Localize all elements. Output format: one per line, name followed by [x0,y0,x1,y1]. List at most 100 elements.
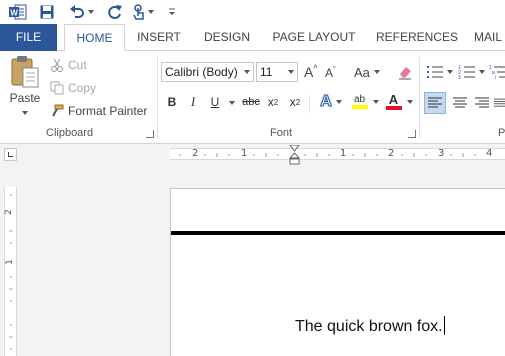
align-left-icon [428,97,442,108]
svg-text:i: i [495,75,496,79]
strikethrough-button[interactable]: abc [240,92,262,112]
superscript-button[interactable]: x2 [287,92,303,112]
chevron-down-icon [406,100,413,104]
font-size-value: 11 [260,65,273,79]
document-text-line[interactable]: The quick brown fox. [295,316,445,336]
bullets-button[interactable] [426,63,453,81]
chevron-down-icon [87,10,94,14]
justify-button[interactable] [494,92,505,114]
cut-button[interactable]: Cut [50,56,87,74]
tab-insert[interactable]: INSERT [130,24,188,51]
quick-access-toolbar: W [0,0,505,24]
text-effects-button[interactable]: A [316,92,346,112]
horizontal-ruler[interactable]: 2 1 1 2 3 4 [170,145,505,165]
grow-font-button[interactable]: A ^ [304,63,318,81]
up-caret-icon: ^ [313,63,318,73]
bold-button[interactable]: B [164,92,180,112]
format-painter-label: Format Painter [68,104,148,118]
align-left-button[interactable] [424,92,446,114]
down-caret-icon: ˇ [333,65,337,75]
highlight-button[interactable]: ab [349,92,381,112]
shrink-font-glyph: A [325,66,334,80]
tab-home[interactable]: HOME [64,24,125,52]
paintbrush-icon [52,104,64,117]
tab-references[interactable]: REFERENCES [372,24,462,51]
underline-button[interactable]: U [207,92,223,112]
paste-label: Paste [9,91,41,105]
vertical-ruler[interactable]: 2 1 [4,187,17,356]
tab-page-layout[interactable]: PAGE LAYOUT [268,24,360,51]
touch-mode-button[interactable] [130,2,156,22]
change-case-button[interactable]: Aa [354,63,380,81]
eraser-icon [399,67,411,80]
undo-button[interactable] [66,2,96,22]
numbering-button[interactable]: 1 2 3 [458,63,485,81]
customize-qat-icon[interactable] [166,2,178,22]
text-cursor [443,316,445,335]
chevron-down-icon[interactable] [229,101,235,105]
group-divider [157,57,158,139]
ribbon-tabs: FILE HOME INSERT DESIGN PAGE LAYOUT REFE… [0,24,505,52]
paste-button[interactable]: Paste [8,55,42,123]
change-case-glyph: Aa [354,64,370,80]
font-name-box[interactable]: Calibri (Body) [161,62,254,82]
svg-text:W: W [10,9,18,18]
touch-mode-icon [133,4,144,20]
format-painter-button[interactable]: Format Painter [50,102,147,120]
text-effects-glyph: A [320,93,333,111]
indent-marker-icon[interactable] [289,145,300,165]
multilevel-list-button[interactable]: 1 a i [489,63,505,81]
align-center-button[interactable] [450,92,470,114]
chevron-down-icon [148,10,154,14]
chevron-down-icon [372,100,379,104]
numbering-icon: 1 2 3 [458,65,475,79]
align-right-button[interactable] [472,92,492,114]
superscript-mark: 2 [295,97,301,107]
italic-button[interactable]: I [185,92,201,112]
save-icon[interactable] [38,2,56,22]
paste-icon [11,56,39,88]
undo-icon [69,5,84,18]
ribbon: Paste Cut Copy Format Painter Clipboard … [0,51,505,144]
chevron-down-icon [22,111,28,115]
font-group-label: Font [270,127,293,139]
document-text: The quick brown fox. [295,318,443,335]
subscript-button[interactable]: x2 [265,92,281,112]
font-color-button[interactable]: A [384,92,414,112]
clipboard-group-label: Clipboard [46,127,94,139]
multilevel-list-icon: 1 a i [489,65,505,79]
font-name-value: Calibri (Body) [165,65,238,79]
highlight-glyph: ab [353,94,366,105]
subscript-mark: 2 [273,97,279,107]
chevron-down-icon [335,100,342,104]
align-right-icon [475,97,489,108]
left-tab-icon [8,152,13,157]
tab-mailings[interactable]: MAIL [474,24,505,51]
document-page[interactable]: The quick brown fox. [170,188,505,356]
font-size-box[interactable]: 11 [256,62,298,82]
redo-icon[interactable] [106,2,124,22]
cut-label: Cut [68,58,87,72]
paragraph-group-label: P [498,127,505,139]
tab-file[interactable]: FILE [0,24,57,51]
chevron-down-icon [244,70,250,74]
clear-formatting-button[interactable] [397,63,413,81]
ruler-row: 2 1 1 2 3 4 [0,145,505,165]
chevron-down-icon [288,70,294,74]
font-color-bar [385,106,402,110]
chevron-down-icon [447,70,453,74]
grow-font-glyph: A [304,64,314,80]
copy-icon [50,81,64,95]
copy-button[interactable]: Copy [50,79,96,97]
clipboard-dialog-launcher-icon[interactable] [146,130,154,138]
align-center-icon [453,97,467,108]
scissors-icon [51,58,63,72]
vruler-ticks [9,194,13,350]
chevron-down-icon [479,70,485,74]
font-dialog-launcher-icon[interactable] [408,130,416,138]
tab-selector[interactable] [4,148,17,161]
svg-text:3: 3 [458,75,461,79]
shrink-font-button[interactable]: Aˇ [325,64,336,82]
tab-design[interactable]: DESIGN [198,24,256,51]
word-app-icon[interactable]: W [8,2,28,22]
